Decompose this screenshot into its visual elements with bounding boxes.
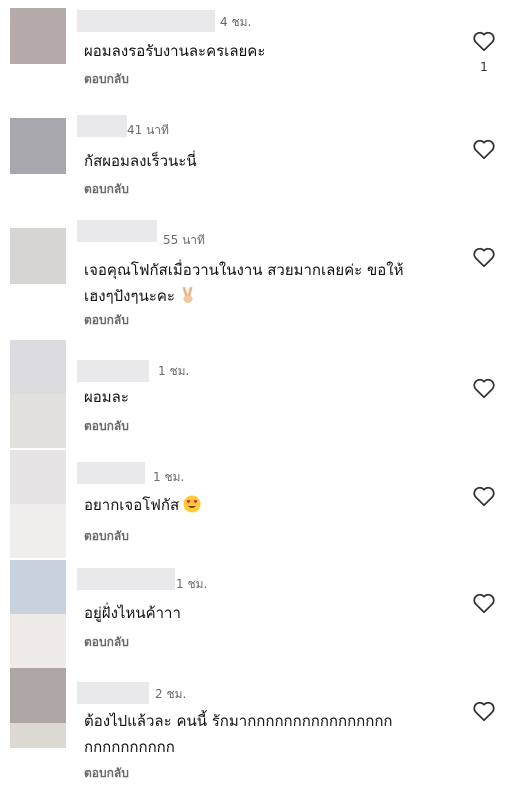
- comment-text: อยู่ฝั่งไหนค้าาา: [84, 604, 181, 622]
- heart-icon[interactable]: [471, 244, 497, 270]
- comment-text: ผอมละ: [84, 388, 129, 406]
- victory-hand-emoji-icon: [182, 286, 193, 303]
- heart-icon[interactable]: [471, 28, 497, 54]
- timestamp: 1 ชม.: [153, 470, 185, 484]
- avatar[interactable]: [10, 228, 66, 284]
- comment-text-line: เฮงๆปังๆนะคะ: [84, 287, 175, 305]
- comment-text-line: ต้องไปแล้วละ คนนี้ รักมากกกกกกกกกกกกกกกก: [84, 712, 393, 730]
- avatar[interactable]: [10, 118, 66, 174]
- comment-text: อยากเจอโฟกัส: [84, 492, 464, 518]
- avatar[interactable]: [10, 8, 66, 64]
- avatar[interactable]: [10, 340, 66, 448]
- comment-text-line: อยากเจอโฟกัส: [84, 496, 180, 514]
- avatar[interactable]: [10, 668, 66, 748]
- comment-item: 1 ชม. อยากเจอโฟกัส ตอบกลับ: [0, 445, 518, 558]
- comment-item: 2 ชม. ต้องไปแล้วละ คนนี้ รักมากกกกกกกกกก…: [0, 665, 518, 800]
- timestamp: 4 ชม.: [220, 15, 252, 29]
- comment-text: ต้องไปแล้วละ คนนี้ รักมากกกกกกกกกกกกกกกก…: [84, 708, 464, 760]
- username-redacted[interactable]: [77, 220, 157, 242]
- comment-item: 55 นาที เจอคุณโฟกัสเมื่อวานในงาน สวยมากเ…: [0, 220, 518, 335]
- comment-text: เจอคุณโฟกัสเมื่อวานในงาน สวยมากเลยค่ะ ขอ…: [84, 257, 464, 309]
- username-redacted[interactable]: [77, 568, 175, 590]
- reply-button[interactable]: ตอบกลับ: [84, 311, 129, 330]
- reply-button[interactable]: ตอบกลับ: [84, 633, 129, 652]
- username-redacted[interactable]: [77, 462, 145, 484]
- reply-button[interactable]: ตอบกลับ: [84, 70, 129, 89]
- timestamp: 41 นาที: [127, 123, 169, 137]
- username-redacted[interactable]: [77, 115, 127, 137]
- comment-text-line: เจอคุณโฟกัสเมื่อวานในงาน สวยมากเลยค่ะ ขอ…: [84, 261, 404, 279]
- reply-button[interactable]: ตอบกลับ: [84, 764, 129, 783]
- reply-button[interactable]: ตอบกลับ: [84, 180, 129, 199]
- like-count: 1: [480, 60, 488, 74]
- reply-button[interactable]: ตอบกลับ: [84, 417, 129, 436]
- timestamp: 55 นาที: [163, 233, 205, 247]
- comment-text: กัสผอมลงเร็วนะนี่: [84, 152, 197, 170]
- comment-text-line-with-emoji: เฮงๆปังๆนะคะ: [84, 283, 464, 309]
- comment-item: 4 ชม. ผอมลงรอรับงานละครเลยคะ ตอบกลับ 1: [0, 0, 518, 110]
- comment-item: 1 ชม. ผอมละ ตอบกลับ: [0, 335, 518, 448]
- comment-text-line: กกกกกกกกกก: [84, 738, 175, 756]
- username-redacted[interactable]: [77, 682, 149, 704]
- heart-icon[interactable]: [471, 136, 497, 162]
- reply-button[interactable]: ตอบกลับ: [84, 527, 129, 546]
- avatar[interactable]: [10, 450, 66, 558]
- heart-icon[interactable]: [471, 375, 497, 401]
- comment-item: 1 ชม. อยู่ฝั่งไหนค้าาา ตอบกลับ: [0, 555, 518, 668]
- heart-eyes-emoji-icon: [183, 495, 201, 513]
- username-redacted[interactable]: [77, 360, 149, 382]
- timestamp: 2 ชม.: [155, 687, 187, 701]
- avatar[interactable]: [10, 560, 66, 668]
- comment-text: ผอมลงรอรับงานละครเลยคะ: [84, 42, 266, 60]
- heart-icon[interactable]: [471, 698, 497, 724]
- timestamp: 1 ชม.: [158, 364, 190, 378]
- comment-item: 41 นาที กัสผอมลงเร็วนะนี่ ตอบกลับ: [0, 110, 518, 220]
- username-redacted[interactable]: [77, 10, 215, 32]
- timestamp: 1 ชม.: [176, 577, 208, 591]
- heart-icon[interactable]: [471, 483, 497, 509]
- heart-icon[interactable]: [471, 590, 497, 616]
